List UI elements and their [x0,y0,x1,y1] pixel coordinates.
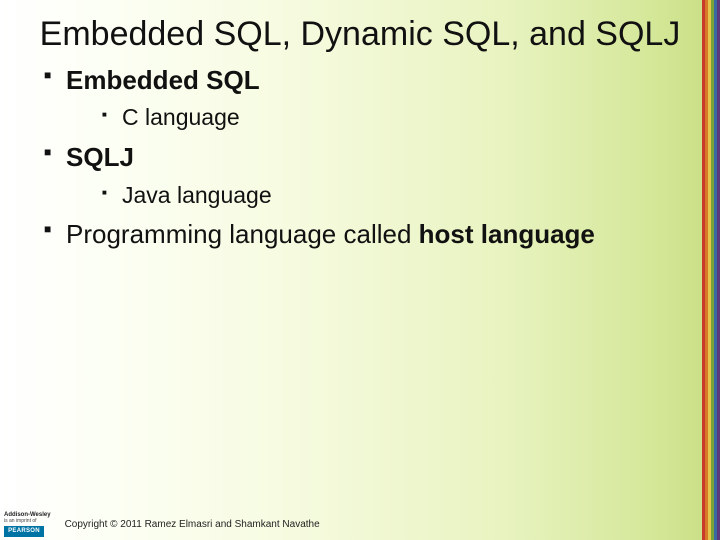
bullet-sqlj: SQLJ Java language [44,141,684,210]
copyright-text: Copyright © 2011 Ramez Elmasri and Shamk… [65,519,320,530]
bullet-text-bold: host language [419,219,595,249]
sub-list: Java language [66,181,684,211]
slide: Embedded SQL, Dynamic SQL, and SQLJ Embe… [0,0,720,540]
publisher-logo: Addison-Wesley is an imprint of PEARSON [4,512,51,537]
bullet-embedded-sql: Embedded SQL C language [44,64,684,133]
bullet-text: SQLJ [66,142,134,172]
bullet-list: Embedded SQL C language SQLJ Java langua… [36,64,684,252]
bullet-text: Embedded SQL [66,65,260,95]
bullet-text-pre: Programming language called [66,219,419,249]
slide-title: Embedded SQL, Dynamic SQL, and SQLJ [36,14,684,54]
sub-list: C language [66,103,684,133]
decorative-stripe [702,0,720,540]
sub-bullet-c-language: C language [102,103,684,133]
bullet-host-language: Programming language called host languag… [44,218,684,251]
brand-addison-wesley: Addison-Wesley [4,512,51,518]
pearson-badge: PEARSON [4,526,44,537]
footer: Addison-Wesley is an imprint of PEARSON … [0,508,720,540]
sub-bullet-java-language: Java language [102,181,684,211]
brand-imprint-line: is an imprint of [4,519,51,524]
